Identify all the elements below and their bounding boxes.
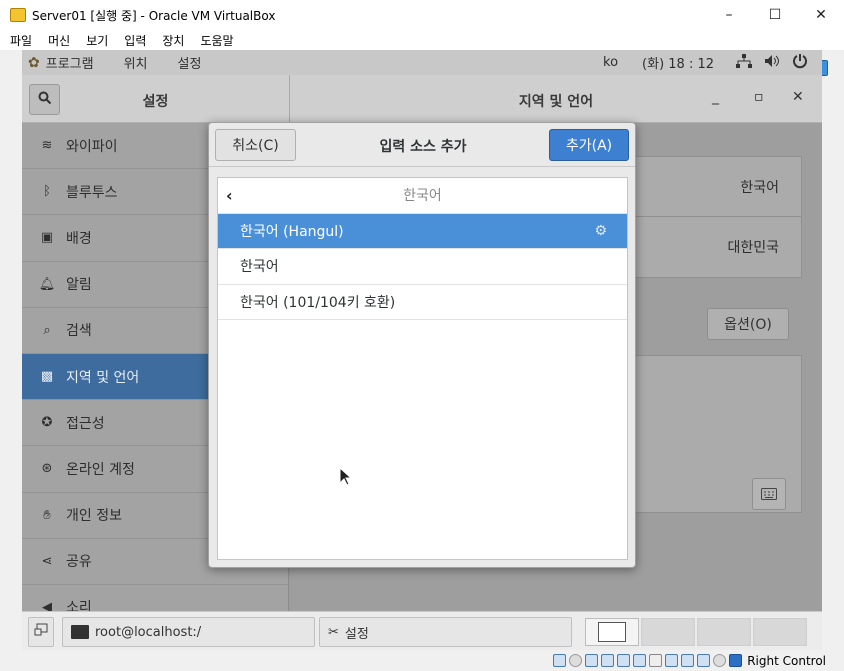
online-accounts-icon: ⊛: [41, 461, 53, 477]
settings-title: 설정: [142, 94, 169, 110]
minimize-button[interactable]: –: [706, 0, 752, 30]
desktop-icon: [34, 623, 48, 641]
chevron-left-icon: ‹: [226, 186, 233, 205]
workspace-3[interactable]: [697, 618, 751, 646]
volume-icon[interactable]: [764, 54, 780, 72]
background-icon: ▣: [40, 230, 54, 246]
menu-file[interactable]: 파일: [10, 32, 32, 49]
hdd-icon[interactable]: [553, 654, 567, 667]
menu-view[interactable]: 보기: [86, 32, 108, 49]
display-icon[interactable]: [649, 654, 663, 667]
gnome-foot-icon: ✿: [28, 54, 40, 71]
vbox-menubar: 파일 머신 보기 입력 장치 도움말: [0, 30, 844, 50]
optical-drive-icon[interactable]: [569, 654, 583, 667]
close-icon[interactable]: ✕: [792, 89, 804, 105]
virtualbox-app-icon: [10, 8, 26, 22]
accessibility-icon: ✪: [41, 415, 53, 431]
tools-icon: ✂: [328, 624, 339, 640]
close-button[interactable]: ✕: [798, 0, 844, 30]
taskbar-terminal[interactable]: root@localhost:/: [62, 617, 315, 647]
language-format-box: 한국어 대한민국: [635, 156, 802, 278]
back-row[interactable]: ‹ 한국어: [218, 178, 627, 214]
places-menu[interactable]: 위치: [124, 53, 148, 72]
minimize-icon[interactable]: _: [712, 89, 719, 105]
gnome-top-bar: ✿ 프로그램 위치 설정 ko (화) 18 : 12: [22, 50, 822, 75]
formats-row[interactable]: 대한민국: [636, 217, 801, 277]
language-row[interactable]: 한국어: [636, 157, 801, 217]
gear-icon: ⚙: [594, 222, 607, 239]
applications-menu[interactable]: ✿ 프로그램: [28, 53, 94, 73]
settings-disc-icon[interactable]: [713, 654, 727, 667]
power-icon[interactable]: [792, 53, 808, 73]
vbox-statusbar: Right Control: [0, 650, 844, 671]
network-icon[interactable]: [736, 53, 752, 72]
privacy-icon: ✋︎: [43, 507, 51, 523]
maximize-button[interactable]: ☐: [752, 0, 798, 30]
add-input-source-dialog: 취소(C) 입력 소스 추가 추가(A) ‹ 한국어 한국어 (Hangul) …: [208, 122, 636, 568]
input-language-indicator[interactable]: ko: [603, 55, 618, 70]
host-key-arrow-icon[interactable]: [729, 654, 743, 667]
terminal-icon: [71, 625, 89, 639]
list-item[interactable]: 한국어: [218, 249, 627, 285]
mouse-integration-icon[interactable]: [697, 654, 711, 667]
workspace-1[interactable]: [585, 618, 639, 646]
cpu-icon[interactable]: [681, 654, 695, 667]
show-desktop-button[interactable]: [28, 617, 54, 647]
options-button[interactable]: 옵션(O): [707, 308, 789, 340]
list-item[interactable]: 한국어 (Hangul) ⚙: [218, 213, 627, 249]
mouse-pointer-icon: [339, 467, 351, 486]
menu-machine[interactable]: 머신: [48, 32, 70, 49]
add-button[interactable]: 추가(A): [549, 129, 629, 161]
sound-icon: ◀: [42, 599, 52, 611]
cancel-button[interactable]: 취소(C): [215, 129, 296, 161]
search-icon: ⌕: [43, 322, 51, 338]
menu-devices[interactable]: 장치: [162, 32, 184, 49]
video-capture-icon[interactable]: [665, 654, 679, 667]
bell-icon: 🔔︎: [38, 276, 56, 292]
input-source-list: ‹ 한국어 한국어 (Hangul) ⚙ 한국어 한국어 (101/104키 호…: [217, 177, 628, 560]
settings-header-bar: 설정 지역 및 언어 _ ▫ ✕: [22, 75, 822, 123]
menu-help[interactable]: 도움말: [200, 32, 233, 49]
bluetooth-icon: ᛒ: [43, 184, 51, 200]
window-title-bar: Server01 [실행 중] - Oracle VM VirtualBox –…: [0, 0, 844, 30]
sidebar-item-sound[interactable]: ◀ 소리: [22, 585, 288, 611]
panel-title: 지역 및 언어: [518, 94, 594, 110]
audio-icon[interactable]: [585, 654, 599, 667]
workspace-4[interactable]: [753, 618, 807, 646]
host-key-label: Right Control: [747, 653, 826, 668]
list-item[interactable]: 한국어 (101/104키 호환): [218, 285, 627, 320]
share-icon: ⋖: [41, 553, 53, 569]
wifi-icon: ≋: [41, 138, 53, 154]
gnome-window-list: root@localhost:/ ✂ 설정: [22, 611, 822, 650]
settings-app-menu[interactable]: 설정: [178, 53, 202, 72]
clock[interactable]: (화) 18 : 12: [642, 53, 714, 72]
taskbar-settings[interactable]: ✂ 설정: [319, 617, 572, 647]
shared-folder-icon[interactable]: [633, 654, 647, 667]
network-adapter-icon[interactable]: [601, 654, 615, 667]
workspace-2[interactable]: [641, 618, 695, 646]
usb-icon[interactable]: [617, 654, 631, 667]
keyboard-icon[interactable]: [752, 478, 786, 510]
maximize-icon[interactable]: ▫: [754, 89, 764, 105]
dialog-header: 취소(C) 입력 소스 추가 추가(A): [209, 123, 635, 167]
menu-input[interactable]: 입력: [124, 32, 146, 49]
window-title: Server01 [실행 중] - Oracle VM VirtualBox: [32, 8, 276, 23]
region-icon: ▩: [40, 369, 54, 385]
